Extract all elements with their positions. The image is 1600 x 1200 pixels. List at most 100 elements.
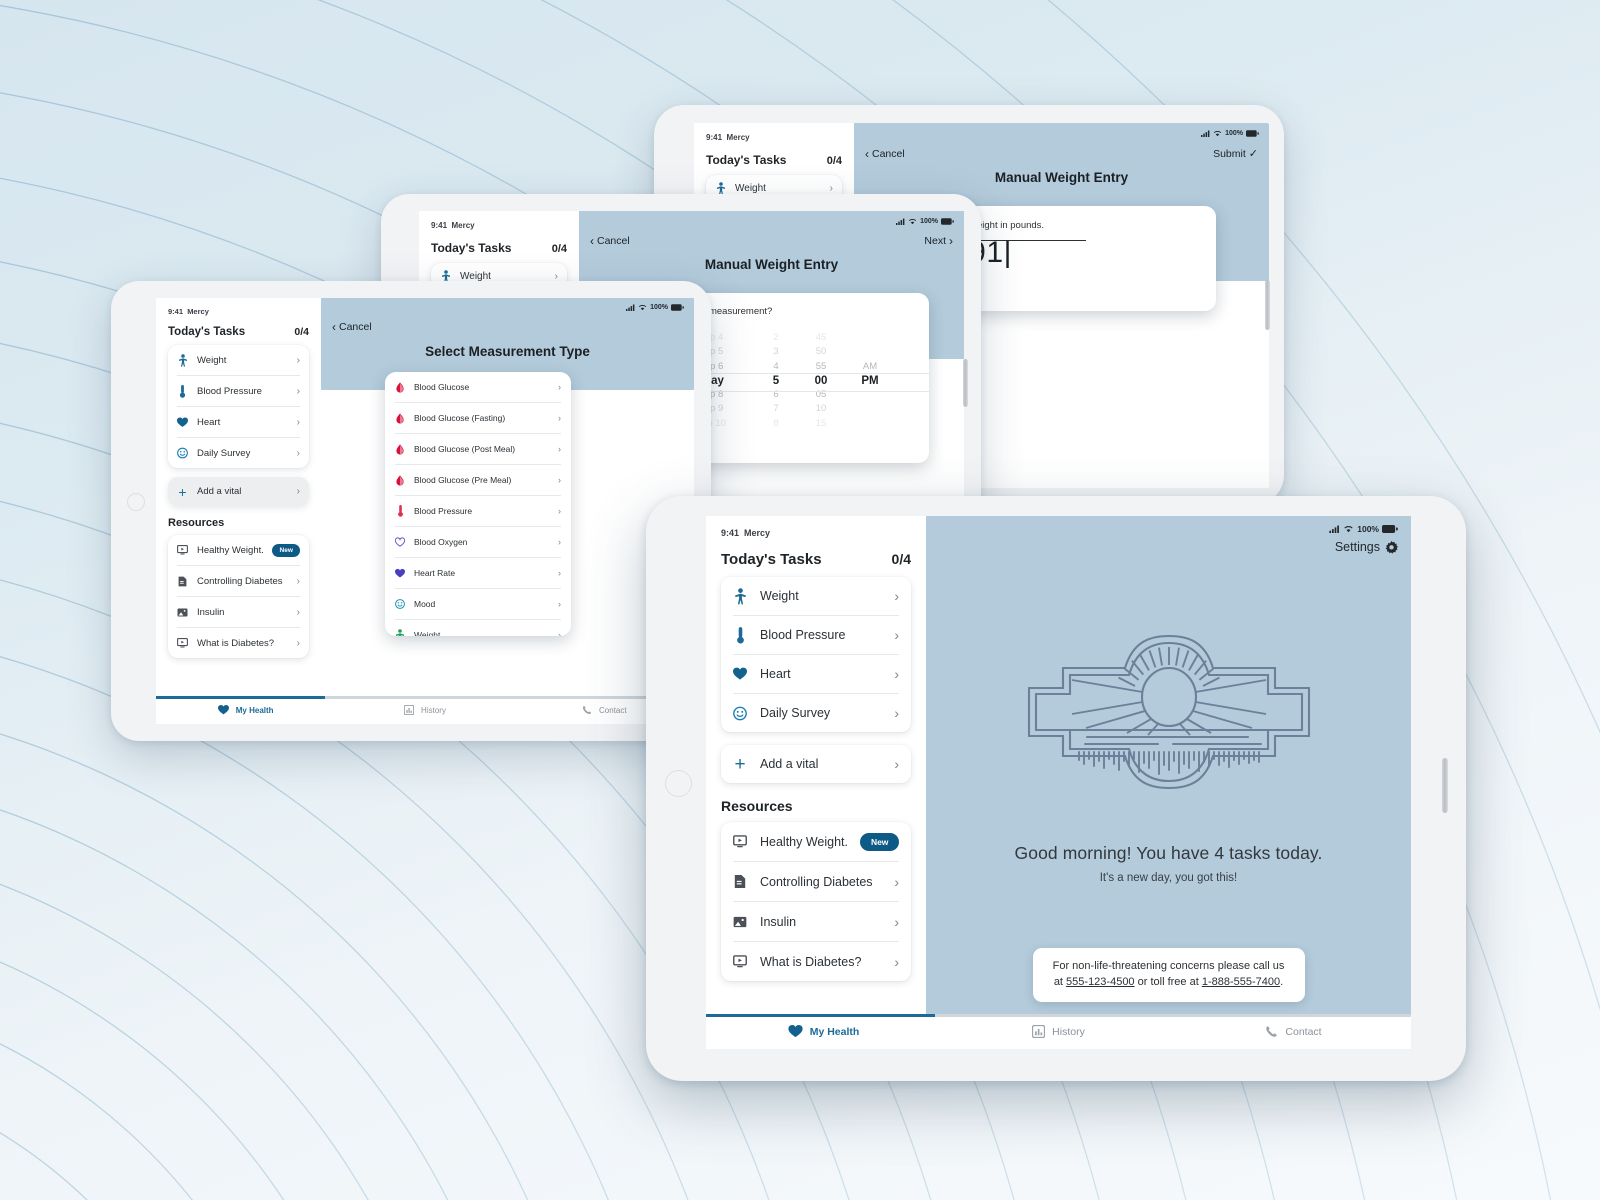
chevron-right-icon: › [558,382,561,392]
chevron-right-icon: › [894,588,899,604]
video-icon [733,835,747,848]
sidebar-main: 9:41 Mercy Today's Tasks 0/4 Weight › Bl… [706,516,926,1049]
task-row-weight[interactable]: Weight › [733,577,899,615]
resource-row-controlling-diabetes[interactable]: Controlling Diabetes › [177,566,300,596]
chevron-right-icon: › [296,575,300,587]
chevron-right-icon: › [296,486,300,497]
measurement-type-sheet: Blood Glucose › Blood Glucose (Fasting) … [385,372,571,636]
gear-icon [1385,540,1398,554]
chevron-right-icon: › [296,416,300,428]
resource-row-insulin[interactable]: Insulin › [177,597,300,627]
task-label: Heart [760,667,791,681]
modal-title-2: Select Measurement Type [425,344,590,359]
resources-card-2: Healthy Weight... New Controlling Diabet… [168,535,309,658]
chevron-right-icon: › [949,234,953,248]
measurement-row-blood-oxygen[interactable]: Blood Oxygen › [395,527,561,557]
measurement-row-weight[interactable]: Weight › [395,620,561,636]
picker-column-meridiem[interactable]: AM PM [859,331,881,431]
phone-link-tollfree[interactable]: 1-888-555-7400 [1202,976,1280,988]
smiley-icon [733,706,747,721]
task-row-heart[interactable]: Heart › [177,407,300,437]
chevron-right-icon: › [558,444,561,454]
tasks-count: 0/4 [551,243,567,255]
blood-drop-icon [395,474,405,486]
task-row-daily-survey[interactable]: Daily Survey › [733,694,899,732]
ios-status-icons-2: 100% [626,304,684,311]
status-time: 9:41 [706,133,723,142]
status-time: 9:41 [431,221,448,230]
home-button-2[interactable] [127,493,145,511]
measurement-row-heart-rate[interactable]: Heart Rate › [395,558,561,588]
resource-label: Healthy Weight... [760,834,848,849]
task-row-heart[interactable]: Heart › [733,655,899,693]
task-row-daily-survey[interactable]: Daily Survey › [177,438,300,468]
sunrise-logo [1023,634,1315,790]
chevron-right-icon: › [296,385,300,397]
task-row-blood-pressure[interactable]: Blood Pressure › [177,376,300,406]
resource-row-insulin[interactable]: Insulin › [733,902,899,941]
resource-label: Insulin [760,914,797,929]
measurement-label: Blood Glucose (Fasting) [414,413,506,423]
heart-icon [395,568,405,579]
document-icon [177,576,188,587]
status-time: 9:41 [721,528,740,538]
task-label: Weight [735,182,766,194]
chevron-right-icon: › [558,568,561,578]
measurement-row-mood[interactable]: Mood › [395,589,561,619]
resource-row-controlling-diabetes[interactable]: Controlling Diabetes › [733,862,899,901]
plus-icon: + [734,753,746,775]
cancel-button-2[interactable]: ‹ Cancel [332,320,372,334]
battery-text: 100% [650,304,668,311]
home-button-main[interactable] [665,770,692,797]
tab-contact[interactable]: Contact [1176,1025,1411,1038]
modal-title-3: Manual Weight Entry [704,257,839,272]
settings-button[interactable]: Settings [1335,540,1398,554]
resource-row-healthy-weight[interactable]: Healthy Weight... New [733,822,899,861]
tab-my-health[interactable]: My Health [156,705,335,715]
cancel-button-3[interactable]: ‹ Cancel [590,234,630,248]
video-icon [733,955,747,968]
tasks-title: Today's Tasks [431,241,512,255]
thermometer-icon [395,505,405,517]
resource-label: Healthy Weight... [197,544,264,556]
modal-title-4: Manual Weight Entry [994,170,1129,185]
tab-history[interactable]: History [941,1025,1176,1038]
picker-column-hour[interactable]: 2 3 4 5 6 7 8 [769,331,783,431]
chevron-right-icon: › [829,182,833,194]
measurement-label: Blood Glucose [414,382,470,392]
add-vital-button[interactable]: + Add a vital › [721,745,911,783]
task-row-weight[interactable]: Weight › [177,345,300,375]
tasks-title: Today's Tasks [168,326,246,338]
task-label: Daily Survey [197,447,251,459]
camera-slot-3 [963,359,968,407]
submit-button-4[interactable]: Submit ✓ [1213,147,1258,161]
resource-label: Controlling Diabetes [760,874,873,889]
cancel-button-4[interactable]: ‹ Cancel [865,147,905,161]
tab-my-health[interactable]: My Health [706,1025,941,1038]
tab-history[interactable]: History [335,705,514,715]
chevron-right-icon: › [296,354,300,366]
resource-row-healthy-weight[interactable]: Healthy Weight... New [177,535,300,565]
chevron-right-icon: › [558,475,561,485]
add-vital-button[interactable]: + Add a vital › [168,477,309,506]
chevron-right-icon: › [558,506,561,516]
resource-row-what-is-diabetes[interactable]: What is Diabetes? › [733,942,899,981]
resources-title: Resources [168,517,225,529]
measurement-row-blood-glucose-post-meal[interactable]: Blood Glucose (Post Meal) › [395,434,561,464]
blood-drop-icon [395,443,405,455]
picker-column-minute[interactable]: 45 50 55 00 05 10 15 [811,331,831,431]
ios-status-icons-3: 100% [896,218,954,225]
measurement-row-blood-glucose-fasting[interactable]: Blood Glucose (Fasting) › [395,403,561,433]
task-row-blood-pressure[interactable]: Blood Pressure › [733,616,899,654]
next-button-3[interactable]: Next › [924,234,953,248]
measurement-row-blood-pressure[interactable]: Blood Pressure › [395,496,561,526]
tab-bar-main: My Health History Contact [706,1014,1411,1049]
resource-label: What is Diabetes? [760,954,862,969]
resource-row-what-is-diabetes[interactable]: What is Diabetes? › [177,628,300,658]
battery-text: 100% [1225,130,1243,137]
phone-link-primary[interactable]: 555-123-4500 [1066,976,1135,988]
measurement-row-blood-glucose-pre-meal[interactable]: Blood Glucose (Pre Meal) › [395,465,561,495]
measurement-row-blood-glucose[interactable]: Blood Glucose › [395,372,561,402]
tasks-title: Today's Tasks [706,153,787,167]
image-icon [733,916,747,928]
